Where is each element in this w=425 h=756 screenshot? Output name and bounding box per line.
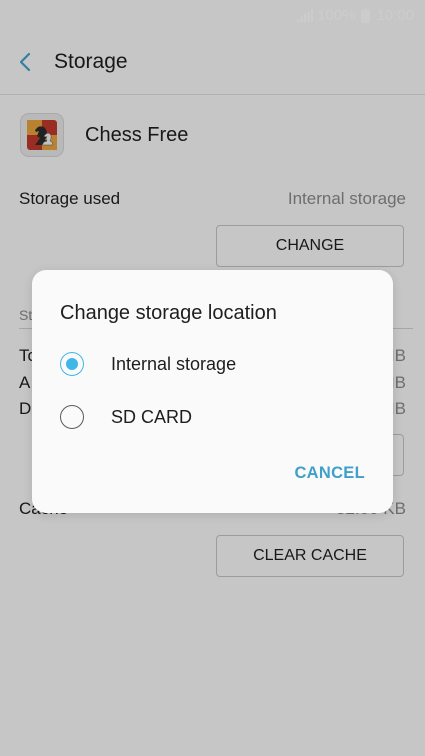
cancel-button[interactable]: CANCEL	[294, 464, 365, 483]
change-storage-dialog: Change storage location Internal storage…	[32, 270, 393, 513]
dialog-title: Change storage location	[60, 302, 277, 324]
radio-selected-icon[interactable]	[60, 352, 84, 376]
storage-screen: 100% 10:00 Storage Chess Free Storage us…	[0, 0, 425, 756]
option-label: SD CARD	[111, 406, 193, 427]
option-sd-card[interactable]: SD CARD	[60, 402, 192, 432]
radio-unselected-icon[interactable]	[60, 405, 84, 429]
option-label: Internal storage	[111, 353, 237, 374]
option-internal-storage[interactable]: Internal storage	[60, 349, 236, 379]
